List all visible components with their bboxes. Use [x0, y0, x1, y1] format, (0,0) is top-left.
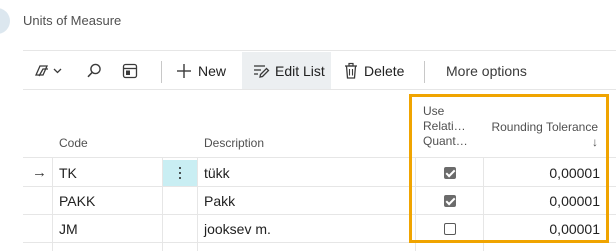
edit-list-icon: [254, 65, 270, 78]
column-separator: [52, 157, 53, 251]
left-edge: [0, 0, 8, 251]
title-divider: [23, 50, 616, 51]
new-button[interactable]: New: [175, 52, 237, 90]
trash-icon: [345, 62, 357, 79]
row-actions-button[interactable]: [163, 160, 197, 186]
code-cell[interactable]: PAKK: [59, 187, 95, 214]
filter-pane-icon: [122, 63, 138, 79]
delete-button[interactable]: Delete: [343, 52, 413, 90]
more-options-button[interactable]: More options: [446, 52, 538, 90]
column-separator: [197, 157, 198, 251]
column-header-code[interactable]: Code: [59, 136, 88, 151]
search-icon: [87, 63, 101, 78]
edit-list-button[interactable]: Edit List: [242, 52, 331, 90]
toolbar-divider: [23, 89, 616, 90]
edit-list-button-label: Edit List: [275, 63, 325, 79]
description-cell[interactable]: Pakk: [204, 187, 235, 214]
column-header-description[interactable]: Description: [204, 136, 264, 151]
nav-circle-button[interactable]: [0, 8, 10, 34]
view-options-icon: [34, 65, 62, 77]
page-title: Units of Measure: [23, 13, 122, 28]
description-cell[interactable]: jooksev m.: [204, 215, 271, 242]
filter-pane-button[interactable]: [121, 52, 145, 90]
delete-button-label: Delete: [364, 63, 405, 79]
new-button-label: New: [198, 63, 227, 79]
toolbar-separator: [424, 61, 425, 83]
selected-row-arrow-icon: →: [32, 164, 47, 181]
code-cell[interactable]: JM: [59, 215, 78, 242]
more-vertical-icon: [179, 166, 181, 181]
highlight-annotation-box: [409, 94, 609, 243]
toolbar-separator: [161, 61, 162, 83]
plus-icon: [177, 64, 191, 78]
search-button[interactable]: [85, 52, 109, 90]
more-options-label: More options: [446, 63, 527, 79]
code-cell[interactable]: TK: [59, 159, 77, 186]
description-cell[interactable]: tükk: [204, 159, 230, 186]
view-options-button[interactable]: [33, 52, 71, 90]
action-toolbar: New Edit List Delete More options: [23, 52, 616, 90]
column-separator: [162, 157, 163, 251]
